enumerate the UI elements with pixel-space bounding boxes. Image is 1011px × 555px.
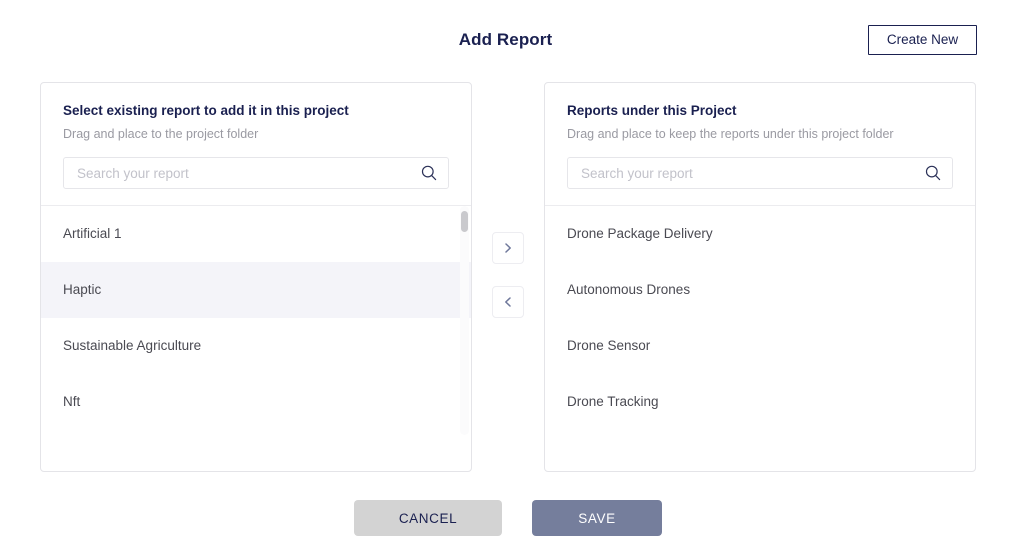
search-input-right[interactable] [568,158,952,188]
project-reports-list[interactable]: Drone Package Delivery Autonomous Drones… [545,206,975,465]
save-button[interactable]: SAVE [532,500,662,536]
available-reports-title: Select existing report to add it in this… [63,103,349,118]
page-title: Add Report [458,30,553,49]
available-reports-search-wrap [41,157,471,206]
available-reports-search-box[interactable] [63,157,449,189]
list-item-label: Artificial 1 [63,226,122,241]
create-new-button[interactable]: Create New [868,25,977,55]
page-header: Add Report Create New [0,0,1011,80]
project-reports-panel: Reports under this Project Drag and plac… [544,82,976,472]
transfer-controls [492,232,524,340]
list-item-label: Drone Package Delivery [567,226,713,241]
list-item-label: Autonomous Drones [567,282,691,297]
list-item[interactable]: Haptic [41,262,471,318]
cancel-button[interactable]: CANCEL [354,500,502,536]
list-item[interactable]: Autonomous Drones [545,262,975,318]
available-reports-panel: Select existing report to add it in this… [40,82,472,472]
list-item-label: Nft [63,394,81,409]
project-reports-list-inner: Drone Package Delivery Autonomous Drones… [545,206,975,430]
available-reports-header: Select existing report to add it in this… [41,83,471,157]
available-reports-list[interactable]: Artificial 1 Haptic Sustainable Agricult… [41,206,471,465]
list-item[interactable]: Drone Sensor [545,318,975,374]
chevron-right-icon [501,241,515,255]
project-reports-search-wrap [545,157,975,206]
chevron-left-icon [501,295,515,309]
project-reports-title: Reports under this Project [567,103,737,118]
list-item-label: Drone Tracking [567,394,659,409]
project-reports-subtitle: Drag and place to keep the reports under… [567,127,894,142]
project-reports-header: Reports under this Project Drag and plac… [545,83,975,157]
move-left-button[interactable] [492,286,524,318]
list-item[interactable]: Drone Tracking [545,374,975,430]
search-input-left[interactable] [64,158,448,188]
list-item-label: Haptic [63,282,102,297]
list-scrollbar-track[interactable] [460,206,469,435]
list-item[interactable]: Sustainable Agriculture [41,318,471,374]
list-item-label: Sustainable Agriculture [63,338,202,353]
project-reports-search-box[interactable] [567,157,953,189]
list-item-label: Drone Sensor [567,338,651,353]
available-reports-subtitle: Drag and place to the project folder [63,127,259,142]
available-reports-list-inner: Artificial 1 Haptic Sustainable Agricult… [41,206,471,430]
list-item[interactable]: Artificial 1 [41,206,471,262]
list-item[interactable]: Nft [41,374,471,430]
list-item[interactable]: Drone Package Delivery [545,206,975,262]
move-right-button[interactable] [492,232,524,264]
list-scrollbar-thumb[interactable] [461,211,468,232]
